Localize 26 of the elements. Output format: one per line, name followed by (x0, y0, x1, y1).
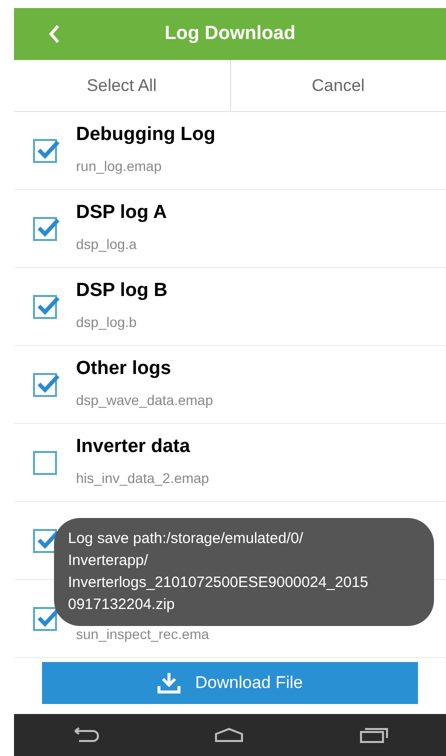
download-icon (157, 672, 182, 694)
log-filename: dsp_log.a (76, 235, 138, 254)
log-title: Other logs (76, 358, 172, 380)
checkbox[interactable] (33, 216, 57, 240)
log-filename: dsp_log.b (76, 313, 138, 332)
screen-title: Log Download (164, 22, 296, 46)
checkbox[interactable] (33, 606, 57, 630)
recent-apps-icon[interactable] (358, 726, 389, 744)
log-title: Inverter data (76, 436, 192, 458)
action-button[interactable]: Select All (86, 72, 157, 98)
log-title: DSP log A (76, 202, 167, 224)
log-title: DSP log B (76, 280, 168, 302)
log-title: Debugging Log (76, 124, 216, 146)
checkbox[interactable] (33, 528, 57, 552)
checkbox[interactable] (33, 372, 57, 396)
log-filename: sun_inspect_rec.ema (76, 625, 210, 644)
home-icon[interactable] (214, 727, 244, 743)
toast-message: Log save path:/storage/emulated/0/ Inverterapp/ Inverterlogs_2101072500ESE9000024_2015 0917132204.zip (54, 518, 434, 626)
checkbox[interactable] (33, 138, 57, 162)
log-filename: dsp_wave_data.emap (76, 391, 213, 410)
log-filename: his_inv_data_2.emap (76, 469, 210, 488)
log-filename: run_log.emap (76, 157, 163, 176)
checkbox[interactable] (33, 294, 57, 318)
action-button[interactable]: Cancel (312, 72, 365, 98)
checkbox[interactable] (33, 450, 57, 474)
download-button[interactable]: Download File (42, 662, 418, 704)
